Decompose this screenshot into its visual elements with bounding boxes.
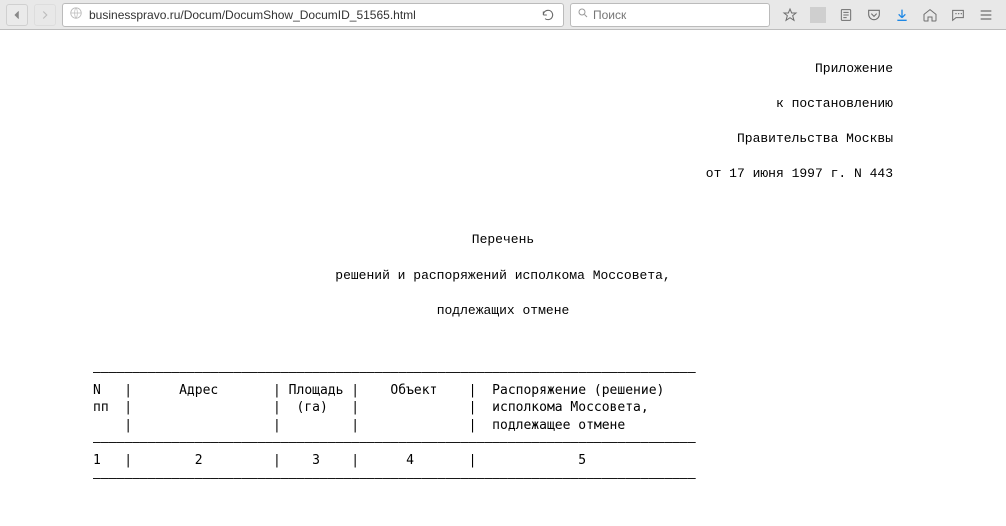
- bookmark-star-icon[interactable]: [782, 7, 798, 23]
- search-bar[interactable]: [570, 3, 770, 27]
- url-input[interactable]: [89, 4, 533, 26]
- appendix-line-4: от 17 июня 1997 г. N 443: [53, 165, 953, 183]
- globe-icon: [69, 6, 83, 23]
- browser-toolbar: [0, 0, 1006, 30]
- title-line-1: Перечень: [53, 231, 953, 249]
- divider: [810, 7, 826, 23]
- arrow-left-icon: [10, 8, 24, 22]
- home-icon[interactable]: [922, 7, 938, 23]
- reload-button[interactable]: [539, 8, 557, 22]
- pocket-icon[interactable]: [866, 7, 882, 23]
- reader-icon[interactable]: [838, 7, 854, 23]
- forward-button[interactable]: [34, 4, 56, 26]
- toolbar-icons: [776, 7, 1000, 23]
- appendix-line-3: Правительства Москвы: [53, 130, 953, 148]
- page-viewport[interactable]: Приложение к постановлению Правительства…: [0, 30, 1006, 526]
- back-button[interactable]: [6, 4, 28, 26]
- download-icon[interactable]: [894, 7, 910, 23]
- url-bar[interactable]: [62, 3, 564, 27]
- reload-icon: [541, 8, 555, 22]
- title-line-2: решений и распоряжений исполкома Моссове…: [53, 267, 953, 285]
- table-grid: ————————————————————————————————————————…: [93, 364, 953, 487]
- title-line-3: подлежащих отмене: [53, 302, 953, 320]
- appendix-line-2: к постановлению: [53, 95, 953, 113]
- document-body: Приложение к постановлению Правительства…: [53, 30, 953, 526]
- search-icon: [577, 7, 589, 22]
- menu-icon[interactable]: [978, 7, 994, 23]
- arrow-right-icon: [38, 8, 52, 22]
- appendix-line-1: Приложение: [53, 60, 953, 78]
- chat-icon[interactable]: [950, 7, 966, 23]
- search-input[interactable]: [593, 8, 763, 22]
